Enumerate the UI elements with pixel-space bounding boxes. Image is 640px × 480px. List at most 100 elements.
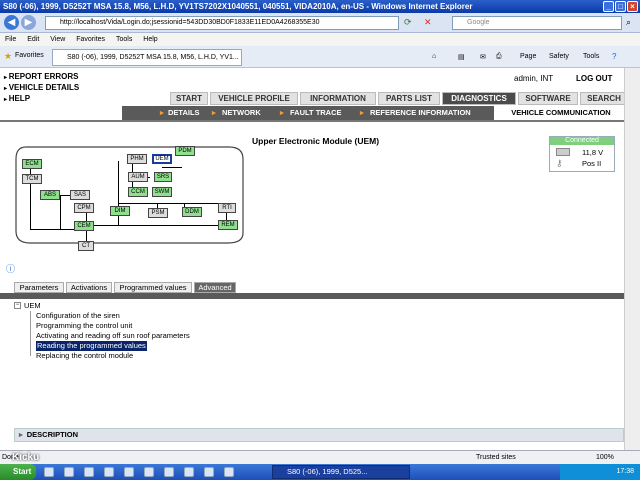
feed-icon[interactable]: ▤ xyxy=(458,53,465,61)
tree-item-selected[interactable]: Reading the programmed values xyxy=(36,341,147,351)
help-link[interactable]: HELP xyxy=(4,94,79,105)
menu-tools[interactable]: Tools xyxy=(116,36,132,43)
node-ccm[interactable]: CCM xyxy=(128,187,148,197)
tab-underline xyxy=(0,293,624,299)
node-psm[interactable]: PSM xyxy=(148,208,168,218)
search-input[interactable]: Google xyxy=(452,16,622,30)
tree-connector xyxy=(30,311,31,356)
menu-favorites[interactable]: Favorites xyxy=(76,36,105,43)
scrollbar[interactable] xyxy=(624,68,640,450)
node-rem[interactable]: REM xyxy=(218,220,238,230)
quicklaunch-icon[interactable] xyxy=(144,467,154,477)
menu-edit[interactable]: Edit xyxy=(27,36,39,43)
maximize-button[interactable]: □ xyxy=(615,1,626,12)
node-tcm[interactable]: TCM xyxy=(22,174,42,184)
page-menu[interactable]: Page xyxy=(520,53,536,60)
vehicle-details-link[interactable]: VEHICLE DETAILS xyxy=(4,83,80,94)
tree-root[interactable]: UEM xyxy=(24,301,41,311)
quicklaunch-icon[interactable] xyxy=(164,467,174,477)
quicklaunch-icon[interactable] xyxy=(124,467,134,477)
node-abs[interactable]: ABS xyxy=(40,190,60,200)
quicklaunch-icon[interactable] xyxy=(224,467,234,477)
node-aum[interactable]: AUM xyxy=(128,172,148,182)
tree-item[interactable]: Replacing the control module xyxy=(36,351,133,361)
node-srs[interactable]: SRS xyxy=(154,172,172,182)
collapse-icon[interactable]: − xyxy=(14,302,21,309)
tools-menu[interactable]: Tools xyxy=(583,53,599,60)
menu-help[interactable]: Help xyxy=(143,36,157,43)
node-uem[interactable]: UEM xyxy=(152,154,172,164)
node-cem[interactable]: CEM xyxy=(74,221,94,231)
node-rti[interactable]: RTI xyxy=(218,203,236,213)
quicklaunch-icon[interactable] xyxy=(204,467,214,477)
taskbar-window-button[interactable]: S80 (-06), 1999, D525... xyxy=(272,465,410,479)
close-button[interactable]: × xyxy=(627,1,638,12)
subnav-arrow-icon: ▸ xyxy=(212,108,216,117)
logout-link[interactable]: LOG OUT xyxy=(576,74,612,83)
module-title: Upper Electronic Module (UEM) xyxy=(252,136,380,146)
battery-voltage: 11,8 V xyxy=(582,148,604,157)
tab-start[interactable]: START xyxy=(170,92,208,105)
node-pdm[interactable]: PDM xyxy=(175,146,195,156)
tree-item[interactable]: Programming the control unit xyxy=(36,321,132,331)
quicklaunch-icon[interactable] xyxy=(84,467,94,477)
subtab-reference-information[interactable]: REFERENCE INFORMATION xyxy=(370,106,471,120)
tab-vehicle-profile[interactable]: VEHICLE PROFILE xyxy=(210,92,298,105)
minimize-button[interactable]: _ xyxy=(603,1,614,12)
quicklaunch-icon[interactable] xyxy=(184,467,194,477)
address-input[interactable]: http://localhost/Vida/Login.do;jsessioni… xyxy=(45,16,399,30)
safety-menu[interactable]: Safety xyxy=(549,53,569,60)
tab-advanced[interactable]: Advanced xyxy=(194,282,236,293)
forward-icon[interactable]: ▶ xyxy=(21,15,36,30)
mail-icon[interactable]: ✉ xyxy=(480,53,486,61)
node-ecm[interactable]: ECM xyxy=(22,159,42,169)
back-icon[interactable]: ◀ xyxy=(4,15,19,30)
help-icon[interactable]: ? xyxy=(612,52,616,61)
home-icon[interactable]: ⌂ xyxy=(432,53,436,60)
quicklaunch-icon[interactable] xyxy=(104,467,114,477)
favorites-button[interactable]: Favorites xyxy=(15,52,44,59)
subtab-vehicle-communication[interactable]: VEHICLE COMMUNICATION xyxy=(494,106,628,120)
node-dim[interactable]: DIM xyxy=(110,206,130,216)
tab-diagnostics[interactable]: DIAGNOSTICS xyxy=(442,92,516,105)
refresh-icon[interactable]: ⟳ xyxy=(404,17,412,28)
subtab-network[interactable]: NETWORK xyxy=(222,106,261,120)
report-errors-link[interactable]: REPORT ERRORS xyxy=(4,72,79,83)
description-panel[interactable]: ▸ DESCRIPTION xyxy=(14,428,624,442)
menu-file[interactable]: File xyxy=(5,36,16,43)
window-title: S80 (-06), 1999, D5252T MSA 15.8, M56, L… xyxy=(3,2,473,11)
bus-line xyxy=(118,203,228,204)
menu-view[interactable]: View xyxy=(50,36,65,43)
watermark: Kicku xyxy=(12,452,40,463)
node-cpm[interactable]: CPM xyxy=(74,203,94,213)
key-position: Pos II xyxy=(582,159,602,168)
search-icon[interactable]: ⌕ xyxy=(626,17,631,28)
tab-information[interactable]: INFORMATION xyxy=(300,92,376,105)
zoom-level[interactable]: 100% xyxy=(596,451,614,464)
tree-item[interactable]: Configuration of the siren xyxy=(36,311,120,321)
tab-programmed-values[interactable]: Programmed values xyxy=(114,282,192,293)
tab-activations[interactable]: Activations xyxy=(66,282,112,293)
tree-item[interactable]: Activating and reading off sun roof para… xyxy=(36,331,190,341)
info-icon[interactable]: ⓘ xyxy=(6,262,15,275)
quicklaunch-icon[interactable] xyxy=(64,467,74,477)
tab-software[interactable]: SOFTWARE xyxy=(518,92,578,105)
tab-parameters[interactable]: Parameters xyxy=(14,282,64,293)
print-icon[interactable]: ⎙ xyxy=(496,53,502,61)
node-ddm[interactable]: DDM xyxy=(182,207,202,217)
subnav-arrow-icon: ▸ xyxy=(360,108,364,117)
quicklaunch-icon[interactable] xyxy=(44,467,54,477)
subtab-fault-trace[interactable]: FAULT TRACE xyxy=(290,106,342,120)
node-ct[interactable]: CT xyxy=(78,241,94,251)
node-sas[interactable]: SAS xyxy=(70,190,90,200)
node-swm[interactable]: SWM xyxy=(152,187,172,197)
divider xyxy=(0,120,628,122)
browser-tab[interactable]: S80 (-06), 1999, D5252T MSA 15.8, M56, L… xyxy=(52,49,242,66)
subtab-details[interactable]: DETAILS xyxy=(168,106,200,120)
window-title-bar: S80 (-06), 1999, D5252T MSA 15.8, M56, L… xyxy=(0,0,640,13)
tab-parts-list[interactable]: PARTS LIST xyxy=(378,92,440,105)
node-phm[interactable]: PHM xyxy=(127,154,147,164)
tab-search[interactable]: SEARCH xyxy=(580,92,628,105)
start-button[interactable]: Start xyxy=(0,464,36,480)
stop-icon[interactable]: ✕ xyxy=(424,17,432,28)
